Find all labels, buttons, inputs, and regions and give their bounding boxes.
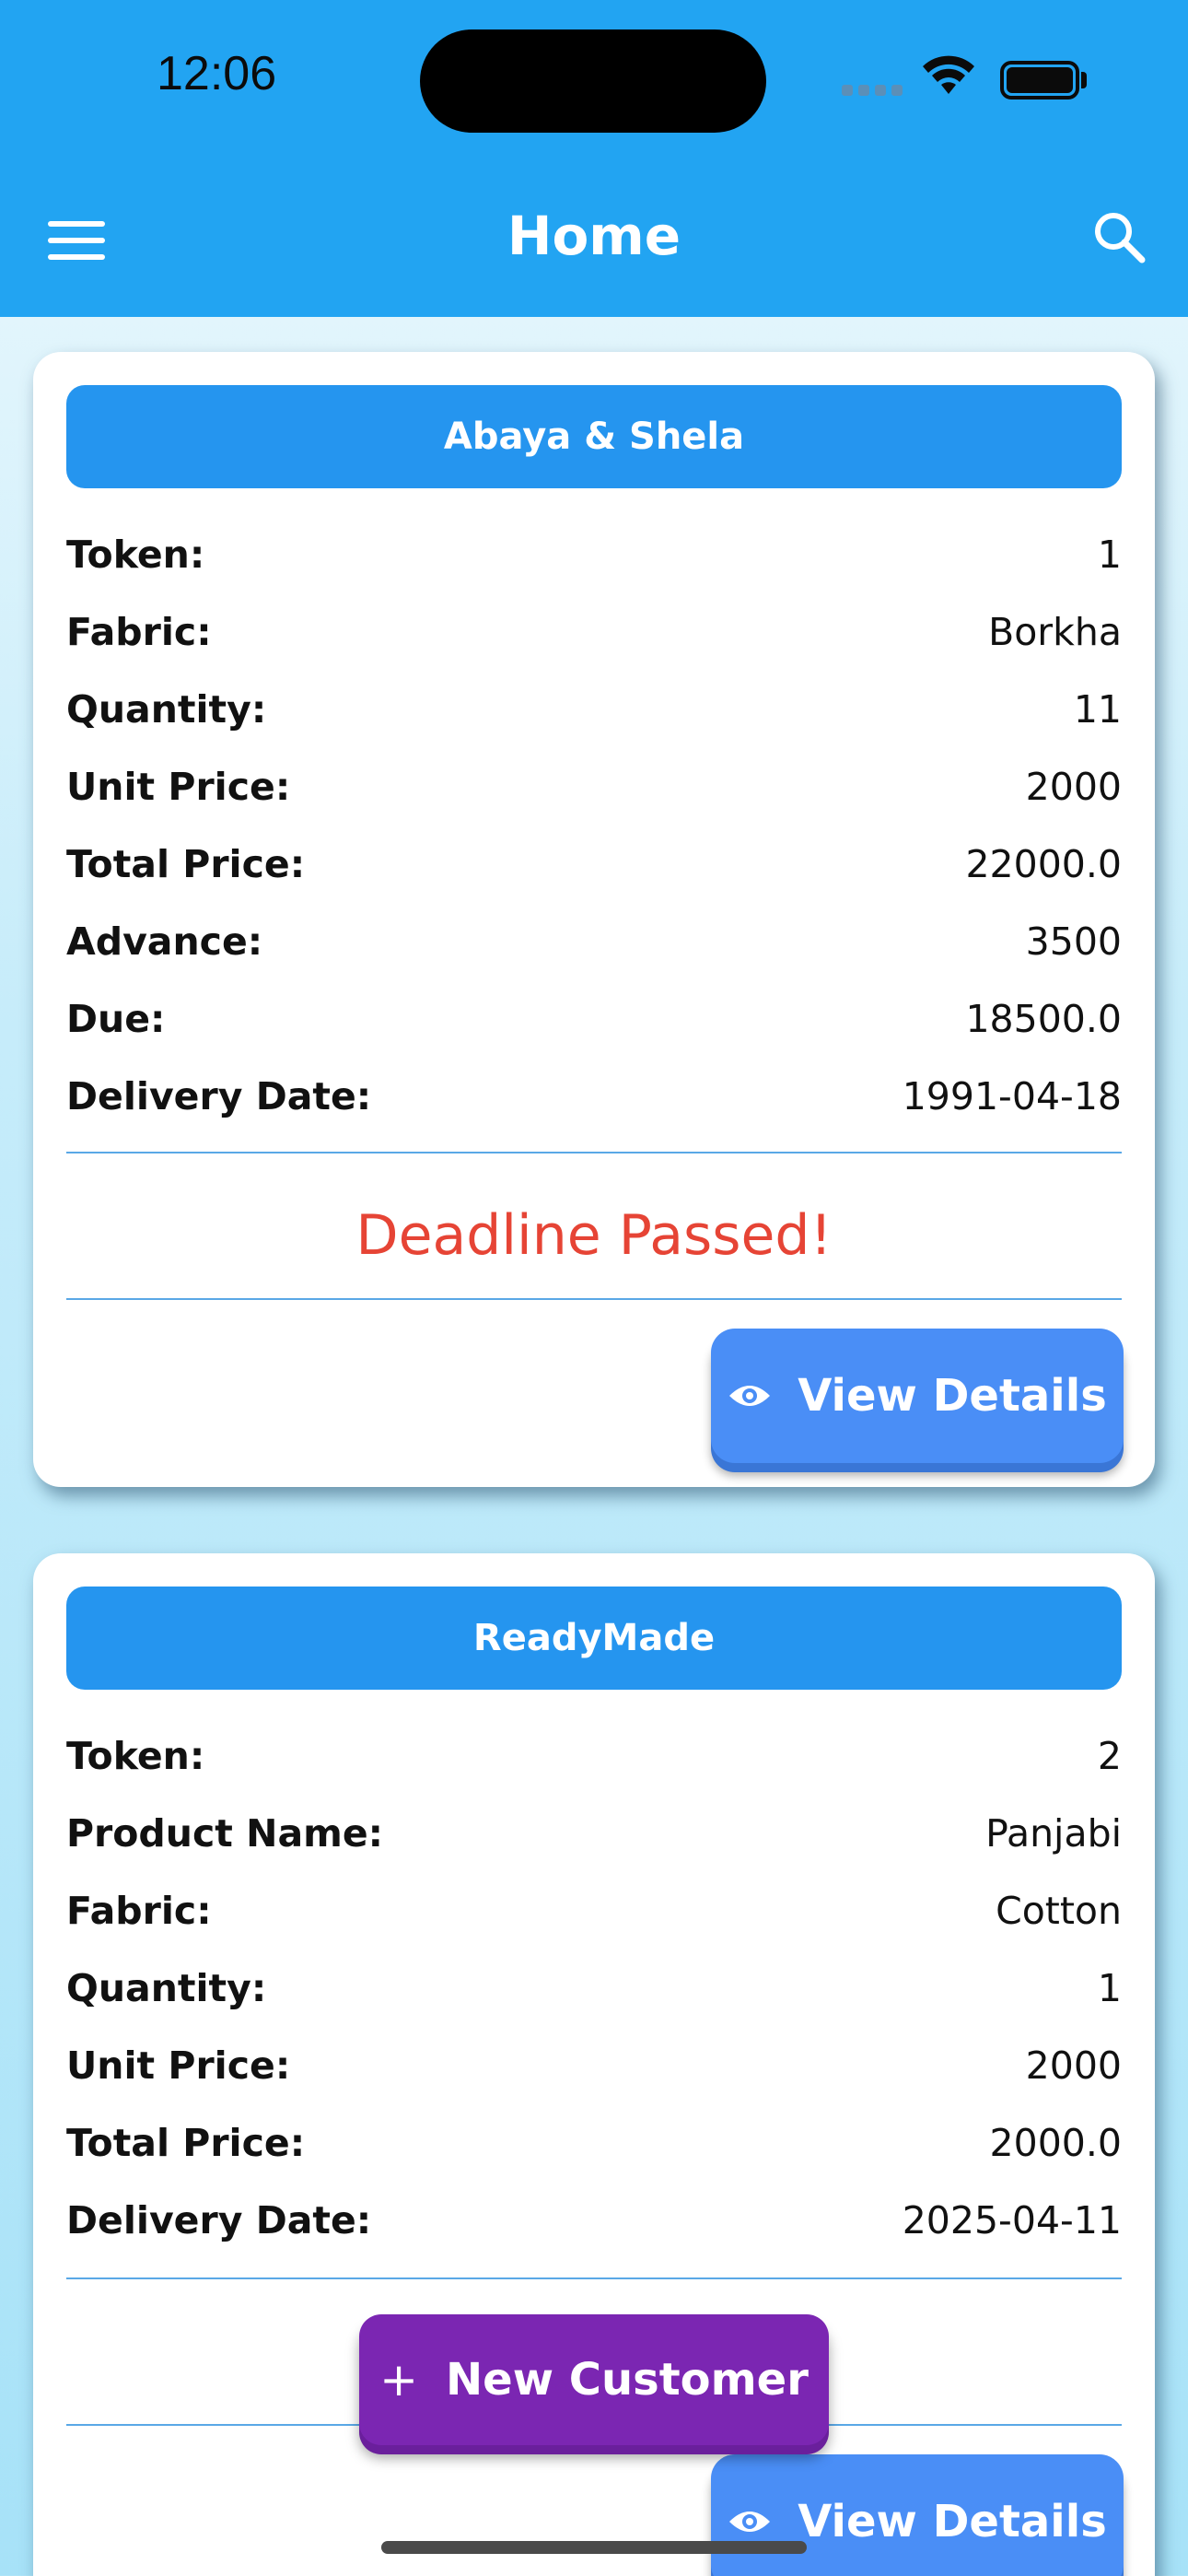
detail-label: Delivery Date:: [66, 2198, 372, 2242]
detail-label: Quantity:: [66, 1966, 267, 2010]
detail-label: Quantity:: [66, 687, 267, 732]
detail-value: 1991-04-18: [902, 1074, 1122, 1118]
detail-label: Unit Price:: [66, 2043, 291, 2088]
new-customer-label: New Customer: [445, 2354, 809, 2406]
detail-row: Advance: 3500: [66, 903, 1122, 980]
dynamic-island: [420, 29, 766, 133]
battery-tip: [1081, 72, 1087, 88]
detail-row: Delivery Date: 2025-04-11: [66, 2182, 1122, 2259]
detail-label: Delivery Date:: [66, 1074, 372, 1118]
page-title: Home: [507, 205, 681, 267]
detail-row: Unit Price: 2000: [66, 2027, 1122, 2104]
detail-label: Token:: [66, 1734, 205, 1778]
battery-icon: [1000, 61, 1079, 100]
detail-label: Total Price:: [66, 842, 306, 886]
order-category-header[interactable]: Abaya & Shela: [66, 385, 1122, 488]
divider: [66, 1152, 1122, 1153]
detail-row: Due: 18500.0: [66, 980, 1122, 1058]
detail-value: Borkha: [988, 610, 1122, 654]
view-details-button[interactable]: View Details: [711, 1329, 1124, 1463]
detail-label: Total Price:: [66, 2121, 306, 2165]
detail-value: 3500: [1025, 919, 1122, 964]
view-details-label: View Details: [798, 1370, 1107, 1422]
detail-row: Quantity: 11: [66, 671, 1122, 748]
detail-row: Total Price: 2000.0: [66, 2104, 1122, 2182]
home-indicator[interactable]: [381, 2541, 807, 2554]
detail-value: Panjabi: [985, 1811, 1122, 1856]
eye-icon: [729, 1386, 771, 1406]
detail-value: 2: [1097, 1734, 1122, 1778]
view-details-label: View Details: [798, 2496, 1107, 2547]
order-category-header[interactable]: ReadyMade: [66, 1587, 1122, 1690]
detail-value: 2000: [1025, 765, 1122, 809]
status-time: 12:06: [157, 47, 277, 100]
detail-row: Token: 1: [66, 516, 1122, 593]
detail-label: Fabric:: [66, 1889, 212, 1933]
detail-label: Token:: [66, 533, 205, 577]
detail-label: Product Name:: [66, 1811, 384, 1856]
search-icon[interactable]: [1092, 210, 1147, 265]
deadline-status: Deadline Passed!: [355, 1203, 833, 1268]
detail-row: Unit Price: 2000: [66, 748, 1122, 825]
order-details: Token: 2 Product Name: Panjabi Fabric: Cott…: [66, 1717, 1122, 2259]
detail-label: Advance:: [66, 919, 263, 964]
detail-row: Product Name: Panjabi: [66, 1795, 1122, 1872]
order-details: Token: 1 Fabric: Borkha Quantity: 11 Unit P…: [66, 516, 1122, 1135]
order-card: Abaya & Shela Token: 1 Fabric: Borkha Quan…: [33, 352, 1155, 1487]
divider: [66, 2277, 1122, 2279]
status-bar: 12:06: [0, 0, 1188, 158]
detail-row: Quantity: 1: [66, 1950, 1122, 2027]
detail-row: Fabric: Cotton: [66, 1872, 1122, 1950]
detail-row: Fabric: Borkha: [66, 593, 1122, 671]
cellular-signal-icon: [842, 85, 903, 96]
new-customer-button[interactable]: + New Customer: [359, 2314, 829, 2445]
wifi-icon: [923, 55, 974, 94]
detail-value: 1: [1097, 1966, 1122, 2010]
detail-label: Unit Price:: [66, 765, 291, 809]
divider: [66, 1298, 1122, 1300]
detail-row: Token: 2: [66, 1717, 1122, 1795]
view-details-button[interactable]: View Details: [711, 2454, 1124, 2576]
detail-value: 2000: [1025, 2043, 1122, 2088]
detail-value: 11: [1073, 687, 1122, 732]
detail-value: 1: [1097, 533, 1122, 577]
eye-icon: [729, 2512, 771, 2532]
detail-value: Cotton: [996, 1889, 1122, 1933]
detail-row: Delivery Date: 1991-04-18: [66, 1058, 1122, 1135]
detail-value: 18500.0: [965, 997, 1122, 1041]
detail-value: 2025-04-11: [902, 2198, 1122, 2242]
detail-label: Due:: [66, 997, 166, 1041]
detail-row: Total Price: 22000.0: [66, 825, 1122, 903]
detail-value: 2000.0: [989, 2121, 1122, 2165]
plus-icon: +: [379, 2353, 418, 2406]
app-bar: Home: [0, 158, 1188, 317]
detail-value: 22000.0: [965, 842, 1122, 886]
detail-label: Fabric:: [66, 610, 212, 654]
